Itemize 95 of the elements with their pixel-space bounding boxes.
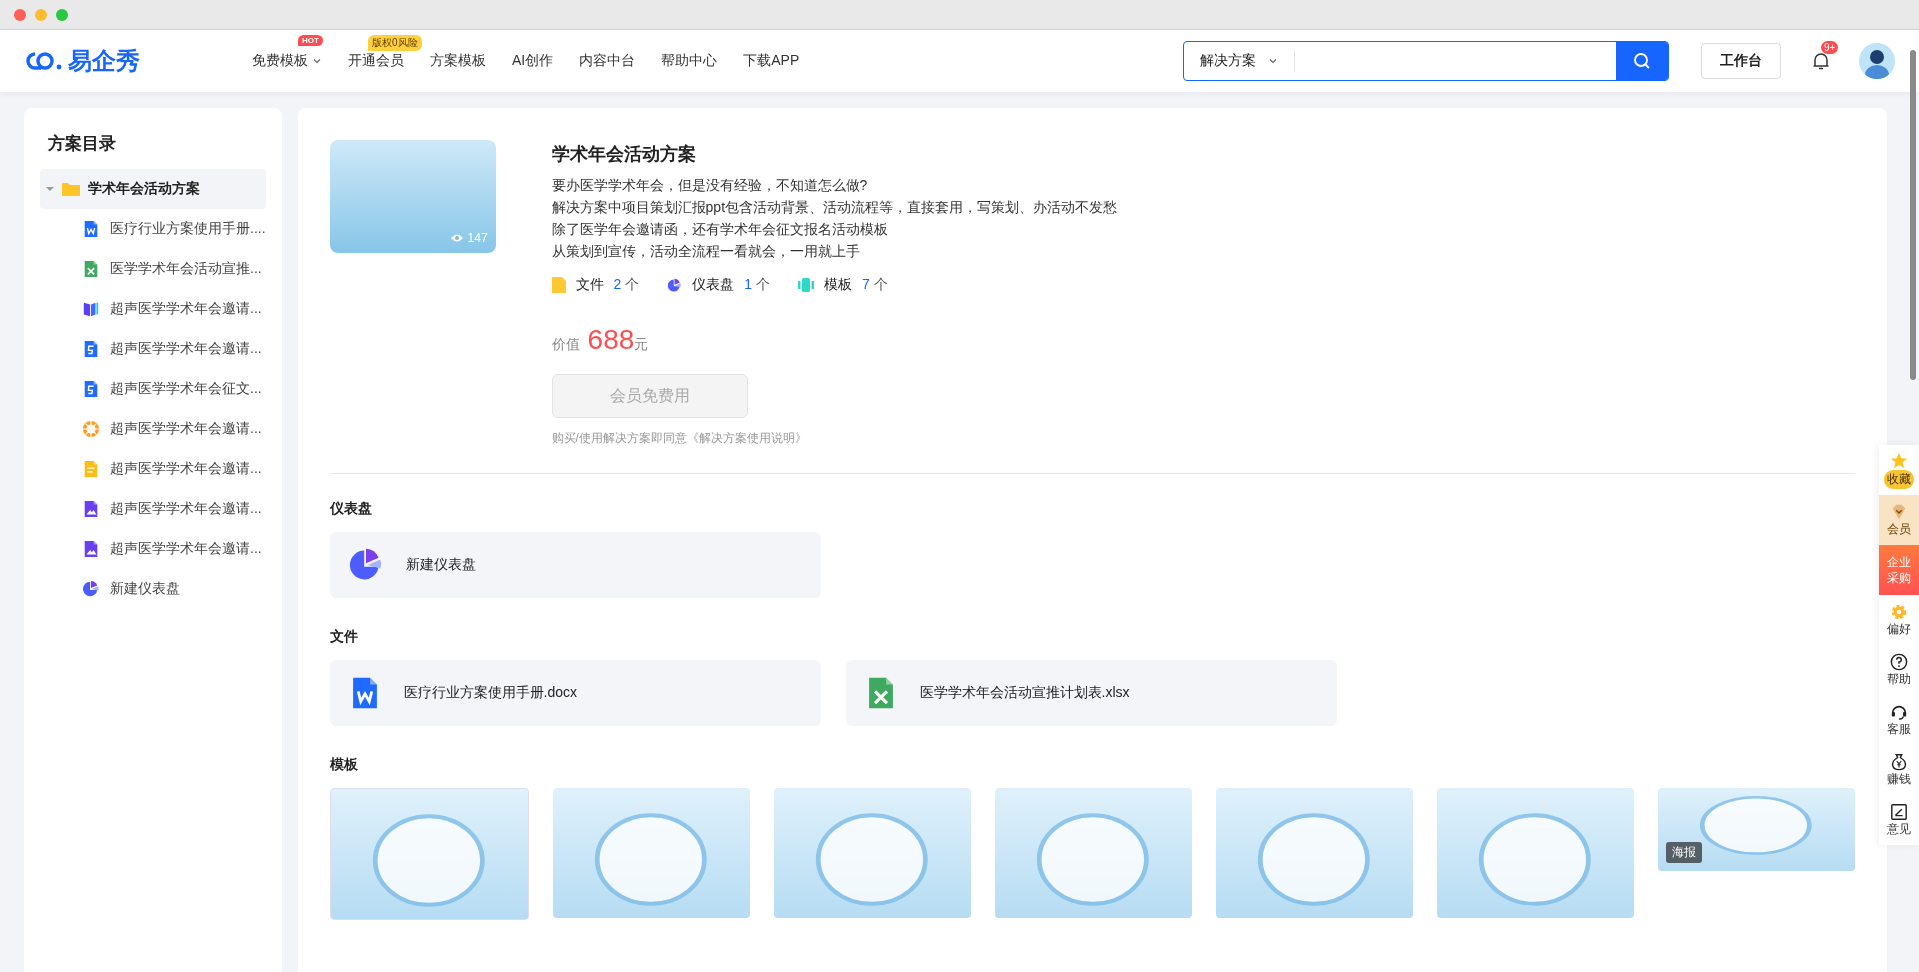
template-thumbnail-placeholder[interactable] [1436,788,1634,918]
template-thumbnail-placeholder[interactable] [552,788,750,918]
side-rail-button[interactable]: 收藏 [1879,445,1919,495]
template-thumbnail-placeholder[interactable]: 海报 [1657,788,1855,871]
price-label: 价值 [551,336,580,354]
gear-icon [1890,602,1908,621]
workbench-button[interactable]: 工作台 [1701,43,1781,79]
eye-icon [449,233,464,243]
stat-label: 仪表盘 [692,276,735,294]
pie-chart-icon [667,277,683,293]
description-text: 从策划到宣传，活动全流程一看就会，一用就上手 [551,242,861,261]
template-thumbnail-placeholder[interactable] [994,788,1192,918]
tree-item[interactable]: 超声医学学术年会征文... [40,369,266,409]
word-file-icon [82,220,100,238]
tree-item[interactable]: 医疗行业方案使用手册.... [40,209,266,249]
price-amount: 688 [587,324,635,356]
tree-item[interactable]: 超声医学学术年会邀请... [40,409,266,449]
tree-item[interactable]: 医学学术年会活动宣推... [40,249,266,289]
template-thumbnail-placeholder[interactable] [1215,788,1413,918]
excel-file-icon [82,260,100,278]
document-icon [82,340,100,358]
file-card[interactable]: 医疗行业方案使用手册.docx [329,660,821,726]
stat-label: 模板 [823,276,852,294]
document-icon [82,380,100,398]
book-icon [82,300,100,318]
template-thumbnail-placeholder[interactable] [773,788,971,918]
tree-item[interactable]: 超声医学学术年会邀请... [40,289,266,329]
nav-link[interactable]: 免费模板 [252,52,322,70]
notification-badge: 9+ [1821,41,1839,54]
diamond-icon [1890,502,1908,521]
bell-icon[interactable] [1811,51,1831,71]
nav-link[interactable]: 帮助中心 [661,52,718,70]
nav-link[interactable]: AI创作 [512,52,554,70]
image-file-icon [82,500,100,518]
section-title: 模板 [329,756,359,774]
view-count: 147 [449,231,488,245]
tree-item[interactable]: 超声医学学术年会邀请... [40,529,266,569]
dashboard-card[interactable]: 新建仪表盘 [329,532,821,598]
solution-title: 学术年会活动方案 [551,143,697,166]
poster-tag: 海报 [1665,842,1702,863]
logo[interactable]: 易企秀 [24,45,252,77]
nav-badge: HOT [298,35,323,46]
section-title: 文件 [329,628,359,646]
scrollbar[interactable] [1910,50,1916,380]
side-rail-button[interactable]: 意见 [1879,795,1919,845]
stat-label: 文件 [575,276,604,294]
stat-count: 7 个 [861,276,888,294]
tree-item[interactable]: 超声医学学术年会邀请... [40,329,266,369]
tree-item[interactable]: 新建仪表盘 [40,569,266,609]
chevron-down-icon [312,56,322,66]
minimize-window-button[interactable] [35,8,47,21]
stat-count: 2 个 [613,276,640,294]
file-icon [551,277,566,293]
side-rail-button[interactable]: 赚钱 [1879,745,1919,795]
side-rail-button[interactable]: 客服 [1879,695,1919,745]
tree-folder-item[interactable]: 学术年会活动方案 [40,169,266,209]
nav-badge: 版权0风险 [368,35,422,51]
nav-link[interactable]: 开通会员 [348,52,404,70]
search-button[interactable] [1616,42,1668,80]
search-field[interactable]: 解决方案 [1183,41,1669,81]
chevron-down-icon [1268,56,1278,66]
avatar[interactable] [1859,43,1895,79]
tree-item[interactable]: 超声医学学术年会邀请... [40,449,266,489]
star-icon [1890,451,1908,470]
folder-icon [62,182,80,196]
nav-link[interactable]: 方案模板 [430,52,486,70]
template-thumbnail-placeholder[interactable] [329,788,529,920]
wheel-icon [82,420,100,438]
side-rail-button[interactable]: 偏好 [1879,595,1919,645]
template-icon [797,277,814,293]
description-text: 要办医学学术年会，但是没有经验，不知道怎么做? [551,176,869,195]
image-file-icon [82,540,100,558]
help-icon [1890,652,1908,671]
tree-item[interactable]: 超声医学学术年会邀请... [40,489,266,529]
close-window-button[interactable] [14,8,26,21]
caret-icon [46,185,54,193]
description-text: 除了医学年会邀请函，还有学术年会征文报名活动模板 [551,220,889,239]
search-icon [1633,52,1651,70]
file-card[interactable]: 医学学术年会活动宣推计划表.xlsx [845,660,1337,726]
nav-link[interactable]: 下载APP [743,52,800,70]
edit-icon [1890,802,1908,821]
section-title: 仪表盘 [329,500,373,518]
document-icon [82,460,100,478]
nav-link[interactable]: 内容中台 [579,52,636,70]
logo-icon [24,50,64,72]
side-rail-button[interactable]: 帮助 [1879,645,1919,695]
stat-count: 1 个 [744,276,770,294]
pie-chart-icon [82,580,100,598]
side-rail-button[interactable]: 会员 [1879,495,1919,545]
sidebar-title: 方案目录 [48,133,117,155]
money-bag-icon [1890,752,1908,771]
price-unit: 元 [634,336,649,354]
description-text: 解决方案中项目策划汇报ppt包含活动背景、活动流程等，直接套用，写策划、办活动不发愁 [551,198,1118,217]
maximize-window-button[interactable] [56,8,68,21]
agreement-text: 购买/使用解决方案即同意《解决方案使用说明》 [551,430,808,447]
